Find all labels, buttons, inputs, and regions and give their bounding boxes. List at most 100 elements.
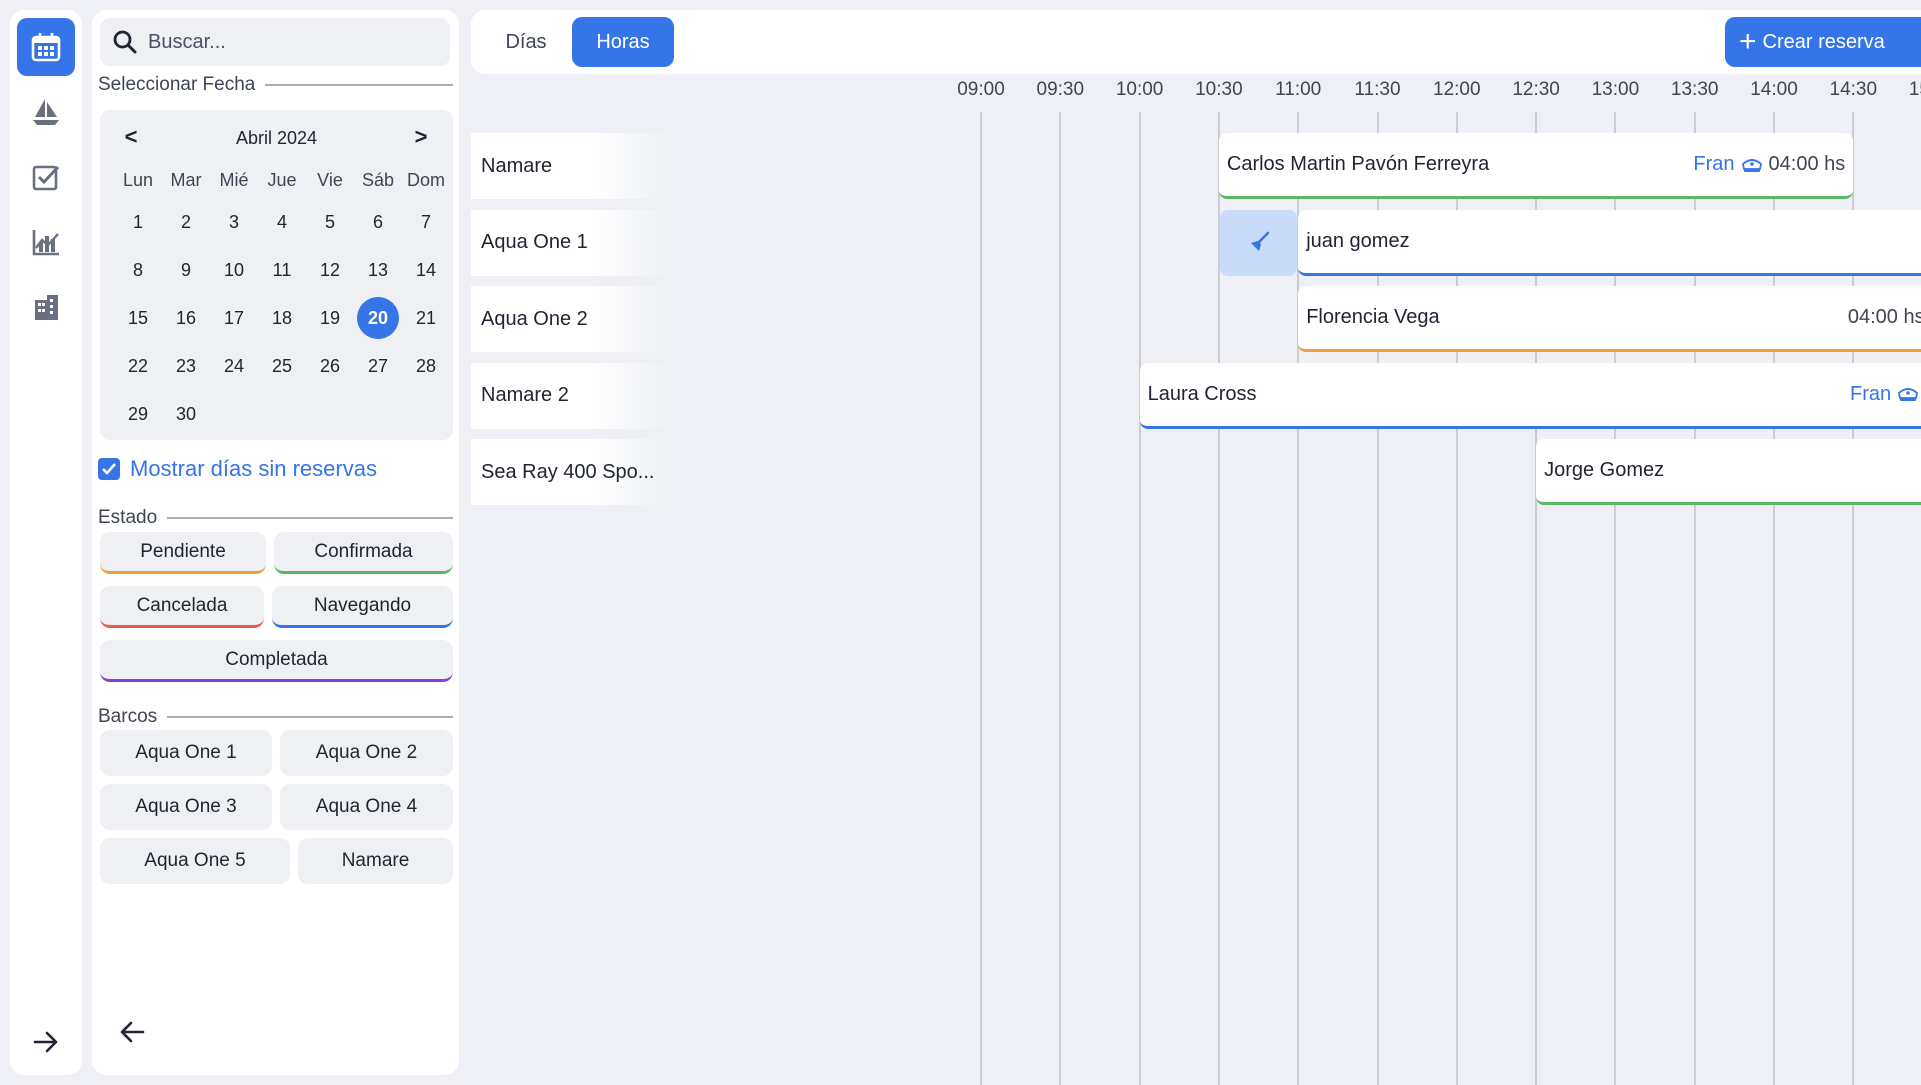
booking-block[interactable]: Jorge Gomez <box>1536 439 1921 505</box>
calendar-day[interactable]: 10 <box>210 246 258 294</box>
booking-block[interactable]: Florencia Vega 04:00 hs <box>1298 286 1921 352</box>
calendar-day[interactable]: 6 <box>354 198 402 246</box>
time-label: 09:00 <box>957 79 1005 100</box>
search-box[interactable] <box>100 18 450 66</box>
calendar-day[interactable]: 18 <box>258 294 306 342</box>
booking-block[interactable]: Laura Cross Fran08: <box>1139 362 1921 429</box>
create-booking-button[interactable]: + Crear reserva <box>1725 17 1921 67</box>
calendar-day[interactable]: 12 <box>306 246 354 294</box>
status-filter-sailing[interactable]: Navegando <box>272 586 453 628</box>
broom-icon <box>1250 231 1269 251</box>
calendar-day[interactable]: 11 <box>258 246 306 294</box>
calendar-day-number: 7 <box>420 212 431 232</box>
collapse-panel-button[interactable] <box>112 1012 152 1052</box>
boat-filter-aqua-one-2[interactable]: Aqua One 2 <box>280 730 453 776</box>
booking-captain: Fran <box>1693 153 1735 175</box>
calendar-day-number: 22 <box>127 356 149 376</box>
calendar-day-number: 15 <box>127 308 149 328</box>
weekday-label: Dom <box>406 170 445 190</box>
boat-filter-aqua-one-3[interactable]: Aqua One 3 <box>100 784 272 830</box>
calendar-day[interactable]: 30 <box>162 390 210 438</box>
calendar-day[interactable]: 3 <box>210 198 258 246</box>
calendar-day[interactable]: 8 <box>114 246 162 294</box>
calendar-day[interactable]: 16 <box>162 294 210 342</box>
boat-row-label[interactable]: Aqua One 1 <box>471 209 671 276</box>
calendar-day[interactable]: 4 <box>258 198 306 246</box>
nav-calendar-button[interactable] <box>17 18 75 76</box>
tab-days[interactable]: Días <box>481 17 571 67</box>
nav-stats-button[interactable] <box>17 213 75 271</box>
cleaning-slot[interactable] <box>1219 209 1298 276</box>
boat-row-label[interactable]: Aqua One 2 <box>471 286 671 352</box>
status-filter-confirmed[interactable]: Confirmada <box>274 532 453 574</box>
nav-company-button[interactable] <box>17 278 75 336</box>
calendar-day-number: 29 <box>127 404 149 424</box>
expand-rail-button[interactable] <box>26 1022 66 1062</box>
boats-section-title: Barcos <box>98 706 453 728</box>
booking-block[interactable]: juan gomez <box>1298 209 1921 276</box>
booking-meta: Fran 04:00 hs <box>1693 153 1845 176</box>
time-label: 14:30 <box>1829 79 1878 100</box>
nav-boats-button[interactable] <box>17 83 75 141</box>
time-label: 12:00 <box>1433 79 1481 100</box>
time-label: 10:00 <box>1115 79 1164 100</box>
booking-customer: juan gomez <box>1306 229 1410 252</box>
boat-filter-aqua-one-5[interactable]: Aqua One 5 <box>100 838 290 884</box>
boat-row-label[interactable]: Sea Ray 400 Spo... <box>471 439 671 505</box>
boats-section-label: Barcos <box>98 706 158 727</box>
boat-row-label[interactable]: Namare 2 <box>471 362 671 429</box>
weekday-label: Jue <box>267 170 297 190</box>
booking-block[interactable]: Carlos Martin Pavón Ferreyra Fran 04:00 hs <box>1218 133 1854 199</box>
nav-tasks-button[interactable] <box>17 148 75 206</box>
time-label: 13:00 <box>1591 79 1640 100</box>
divider <box>167 517 453 519</box>
sailboat-icon <box>33 99 59 125</box>
calendar-day[interactable]: 17 <box>210 294 258 342</box>
calendar-day-number: 28 <box>415 356 437 376</box>
calendar-day[interactable]: 9 <box>162 246 210 294</box>
calendar-day[interactable]: 24 <box>210 342 258 390</box>
calendar-day-number: 4 <box>276 212 287 232</box>
calendar-day-number: 27 <box>367 356 389 376</box>
calendar-day[interactable]: 5 <box>306 198 354 246</box>
calendar-day-selected[interactable]: 20 <box>354 294 402 342</box>
date-section-label: Seleccionar Fecha <box>98 74 256 95</box>
calendar-day[interactable]: 19 <box>306 294 354 342</box>
calendar-day[interactable]: 23 <box>162 342 210 390</box>
calendar-day[interactable]: 14 <box>402 246 450 294</box>
calendar-day[interactable]: 25 <box>258 342 306 390</box>
calendar-day-number: 14 <box>415 260 437 280</box>
boat-filter-aqua-one-4[interactable]: Aqua One 4 <box>280 784 453 830</box>
time-gridline <box>1059 112 1062 1085</box>
calendar-day[interactable]: 7 <box>402 198 450 246</box>
calendar-day[interactable]: 27 <box>354 342 402 390</box>
calendar-day-number: 19 <box>319 308 341 328</box>
weekday-label: Mar <box>170 170 202 190</box>
checkbox-checked-icon[interactable] <box>98 458 120 480</box>
tab-hours[interactable]: Horas <box>572 17 674 67</box>
calendar-day-number: 30 <box>175 404 197 424</box>
status-filter-pending[interactable]: Pendiente <box>100 532 266 574</box>
building-icon <box>35 295 58 320</box>
calendar-day[interactable]: 22 <box>114 342 162 390</box>
next-month-button[interactable]: > <box>406 124 436 150</box>
status-filter-completed[interactable]: Completada <box>100 640 453 682</box>
calendar-day[interactable]: 13 <box>354 246 402 294</box>
boat-row-label[interactable]: Namare <box>471 133 671 199</box>
search-input[interactable] <box>148 30 428 54</box>
show-empty-days-label: Mostrar días sin reservas <box>130 456 377 481</box>
calendar-day[interactable]: 21 <box>402 294 450 342</box>
date-section-title: Seleccionar Fecha <box>98 74 453 96</box>
boat-filter-namare[interactable]: Namare <box>298 838 453 884</box>
boat-filter-aqua-one-1[interactable]: Aqua One 1 <box>100 730 272 776</box>
calendar-day[interactable]: 1 <box>114 198 162 246</box>
calendar-day[interactable]: 26 <box>306 342 354 390</box>
calendar-day[interactable]: 28 <box>402 342 450 390</box>
calendar-day[interactable]: 15 <box>114 294 162 342</box>
calendar-day[interactable]: 2 <box>162 198 210 246</box>
time-gridline <box>1138 112 1141 1085</box>
show-empty-days-toggle[interactable]: Mostrar días sin reservas <box>98 456 377 482</box>
status-filter-cancelled[interactable]: Cancelada <box>100 586 264 628</box>
booking-customer: Carlos Martin Pavón Ferreyra <box>1226 153 1490 175</box>
calendar-day[interactable]: 29 <box>114 390 162 438</box>
